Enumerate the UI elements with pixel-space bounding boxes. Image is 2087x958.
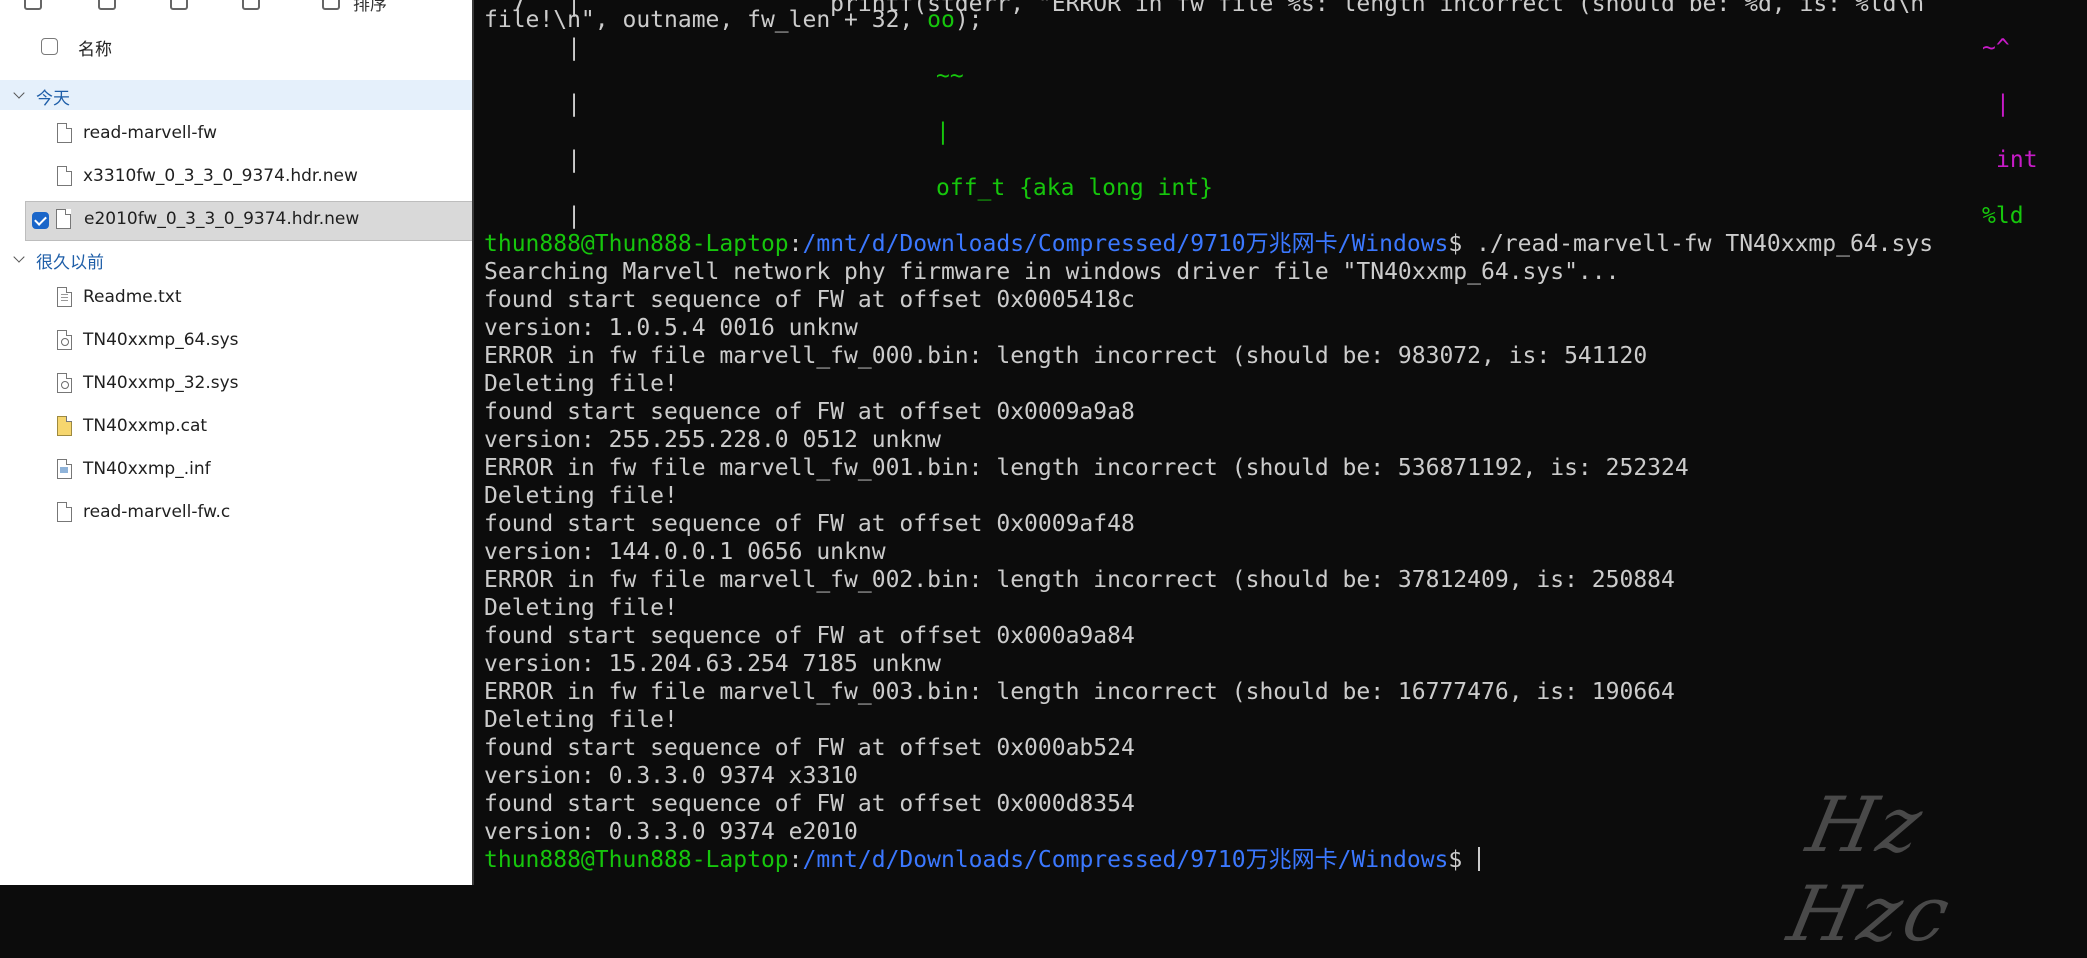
- output-line: found start sequence of FW at offset 0x0…: [484, 735, 1135, 761]
- output-line: Deleting file!: [484, 707, 678, 733]
- text-cursor: [1478, 847, 1481, 871]
- terminal-bar: |: [484, 35, 581, 61]
- output-line: found start sequence of FW at offset 0x0…: [484, 511, 1135, 537]
- file-row[interactable]: TN40xxmp_.inf: [0, 451, 474, 491]
- copy-icon[interactable]: [170, 0, 188, 10]
- code-fragment: );: [954, 7, 983, 33]
- file-row[interactable]: Readme.txt: [0, 279, 474, 319]
- file-icon: [57, 165, 73, 186]
- file-name: TN40xxmp_64.sys: [83, 330, 239, 350]
- file-icon: [56, 208, 72, 229]
- output-line: version: 0.3.3.0 9374 x3310: [484, 763, 858, 789]
- output-line: version: 15.204.63.254 7185 unknw: [484, 651, 941, 677]
- output-line: ERROR in fw file marvell_fw_003.bin: len…: [484, 679, 1675, 705]
- watermark-logo: Hz Hzc: [1781, 780, 1961, 958]
- output-line: Deleting file!: [484, 371, 678, 397]
- output-line: version: 144.0.0.1 0656 unknw: [484, 539, 886, 565]
- security-catalog-icon: [57, 415, 73, 436]
- terminal-line-partial: file!\n", outname, fw_len + 32, oo);: [484, 6, 983, 34]
- output-line: Deleting file!: [484, 483, 678, 509]
- prompt-user: thun888@Thun888-Laptop: [484, 231, 789, 257]
- new-item-icon[interactable]: [24, 0, 42, 10]
- prompt-path: /mnt/d/Downloads/Compressed/9710万兆网卡/Win…: [802, 231, 1449, 257]
- file-name: TN40xxmp_32.sys: [83, 373, 239, 393]
- file-row[interactable]: x3310fw_0_3_3_0_9374.hdr.new: [0, 158, 474, 198]
- file-name: x3310fw_0_3_3_0_9374.hdr.new: [83, 166, 358, 186]
- warning-caret: ~^: [1982, 35, 2010, 61]
- output-line: Deleting file!: [484, 595, 678, 621]
- output-line: found start sequence of FW at offset 0x0…: [484, 287, 1135, 313]
- warning-pipe: |: [936, 119, 950, 145]
- code-fragment: file!\n", outname, fw_len + 32,: [484, 7, 928, 33]
- group-label: 今天: [36, 89, 70, 109]
- column-header-name[interactable]: 名称: [78, 35, 112, 60]
- column-header-row: 名称: [0, 31, 474, 65]
- file-name: e2010fw_0_3_3_0_9374.hdr.new: [84, 209, 360, 229]
- output-line: found start sequence of FW at offset 0x0…: [484, 791, 1135, 817]
- group-header-today[interactable]: 今天: [0, 80, 474, 110]
- row-checkbox-checked[interactable]: [32, 212, 49, 229]
- output-line: found start sequence of FW at offset 0x0…: [484, 399, 1135, 425]
- terminal-bar: |: [484, 203, 581, 229]
- file-icon: [57, 501, 73, 522]
- prompt-separator: :: [788, 231, 803, 257]
- file-row[interactable]: TN40xxmp_64.sys: [0, 322, 474, 362]
- warning-pipe: |: [1996, 91, 2010, 117]
- file-row[interactable]: read-marvell-fw.c: [0, 494, 474, 534]
- file-name: read-marvell-fw.c: [83, 502, 231, 522]
- file-name: TN40xxmp.cat: [83, 416, 208, 436]
- file-icon: [57, 122, 73, 143]
- prompt-user: thun888@Thun888-Laptop: [484, 847, 789, 873]
- prompt-separator: :: [788, 847, 803, 873]
- code-fragment-highlight: oo: [927, 7, 955, 33]
- terminal-bar: |: [484, 91, 581, 117]
- warning-type-off-t: off_t {aka long int}: [936, 175, 1213, 201]
- prompt-line-current[interactable]: thun888@Thun888-Laptop:/mnt/d/Downloads/…: [484, 846, 1481, 874]
- prompt-path: /mnt/d/Downloads/Compressed/9710万兆网卡/Win…: [802, 847, 1449, 873]
- select-all-checkbox[interactable]: [41, 38, 58, 55]
- file-name: TN40xxmp_.inf: [83, 459, 211, 479]
- cut-icon[interactable]: [98, 0, 116, 10]
- chevron-down-icon[interactable]: [13, 87, 25, 99]
- prompt-dollar: $: [1448, 847, 1463, 873]
- group-header-long-ago[interactable]: 很久以前: [0, 244, 474, 274]
- output-line: ERROR in fw file marvell_fw_001.bin: len…: [484, 455, 1689, 481]
- chevron-down-icon[interactable]: [13, 251, 25, 263]
- output-line: Searching Marvell network phy firmware i…: [484, 259, 1620, 285]
- warning-type-int: int: [1996, 147, 2038, 173]
- output-line: ERROR in fw file marvell_fw_000.bin: len…: [484, 343, 1648, 369]
- prompt-dollar: $: [1448, 231, 1463, 257]
- explorer-toolbar: 排序: [0, 0, 474, 15]
- sort-button-label[interactable]: 排序: [353, 0, 387, 15]
- text-file-icon: [57, 286, 73, 307]
- group-label: 很久以前: [36, 253, 104, 273]
- file-name: Readme.txt: [83, 287, 182, 307]
- system-file-icon: [57, 372, 73, 393]
- output-line: version: 1.0.5.4 0016 unknw: [484, 315, 858, 341]
- terminal-bar: |: [484, 147, 581, 173]
- file-row[interactable]: TN40xxmp_32.sys: [0, 365, 474, 405]
- output-line: found start sequence of FW at offset 0x0…: [484, 623, 1135, 649]
- output-line: version: 0.3.3.0 9374 e2010: [484, 819, 858, 845]
- paste-icon[interactable]: [242, 0, 260, 10]
- file-row[interactable]: read-marvell-fw: [0, 115, 474, 155]
- warning-format-ld: %ld: [1982, 203, 2024, 229]
- file-row-selected[interactable]: e2010fw_0_3_3_0_9374.hdr.new: [25, 201, 474, 241]
- file-explorer-pane: 排序 名称 今天 read-marvell-fw x3310fw_0_3_3_0…: [0, 0, 474, 885]
- terminal-pane[interactable]: 7 | printf(stderr, "ERROR in fw file %s:…: [474, 0, 2087, 885]
- file-row[interactable]: TN40xxmp.cat: [0, 408, 474, 448]
- system-file-icon: [57, 329, 73, 350]
- output-line: version: 255.255.228.0 0512 unknw: [484, 427, 941, 453]
- command-text: ./read-marvell-fw TN40xxmp_64.sys: [1462, 231, 1934, 257]
- warning-tilde: ~~: [936, 63, 964, 89]
- setup-information-icon: [57, 458, 73, 479]
- file-name: read-marvell-fw: [83, 123, 218, 143]
- prompt-line: thun888@Thun888-Laptop:/mnt/d/Downloads/…: [484, 230, 1933, 258]
- sort-icon[interactable]: [322, 0, 340, 10]
- output-line: ERROR in fw file marvell_fw_002.bin: len…: [484, 567, 1675, 593]
